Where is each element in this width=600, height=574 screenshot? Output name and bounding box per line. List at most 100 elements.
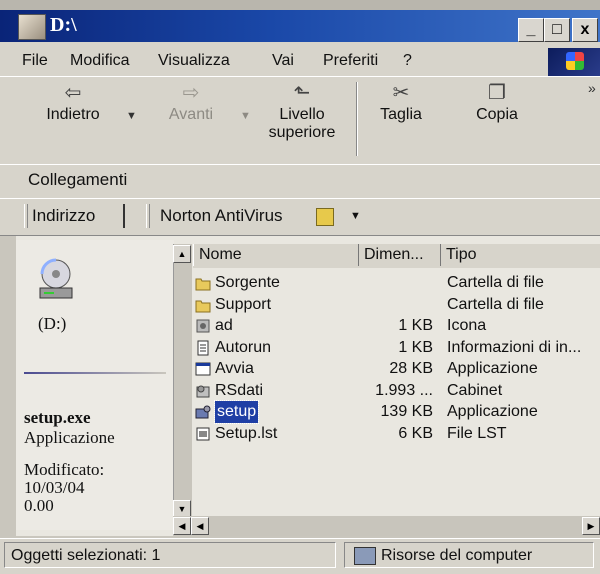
- cabinet-icon: [195, 383, 211, 399]
- menu-vai[interactable]: Vai: [272, 52, 294, 70]
- file-name[interactable]: ad: [215, 315, 233, 337]
- file-name[interactable]: Avvia: [215, 358, 254, 380]
- file-name[interactable]: setup: [213, 400, 260, 424]
- file-size: 139 KB: [380, 403, 433, 420]
- close-button[interactable]: x: [572, 18, 598, 42]
- file-size: [359, 294, 433, 316]
- address-label[interactable]: Indirizzo: [32, 206, 95, 226]
- menu-modifica[interactable]: Modifica: [70, 52, 130, 70]
- up-folder-icon: ⬑: [293, 82, 311, 104]
- file-size: 1.993 ...: [375, 381, 433, 399]
- menu-visualizza[interactable]: Visualizza: [158, 52, 230, 70]
- file-size: 6 KB: [398, 424, 433, 442]
- toolbar-overflow-button[interactable]: »: [588, 80, 596, 96]
- drive-label: (D:): [38, 314, 67, 333]
- scroll-left-button-2[interactable]: ◀: [191, 517, 209, 535]
- file-name[interactable]: Autorun: [215, 337, 271, 359]
- up-label-line1: Livello: [279, 106, 325, 123]
- setup-info-icon: [195, 340, 211, 356]
- file-type: Informazioni di in...: [447, 338, 582, 356]
- up-level-button[interactable]: ⬑ Livello superiore: [262, 80, 342, 142]
- file-row[interactable]: setup 139 KB Applicazione: [193, 400, 600, 424]
- file-type: Icona: [447, 317, 487, 334]
- column-header-name[interactable]: Nome: [193, 244, 359, 266]
- icon-file-icon: [195, 318, 211, 334]
- forward-button[interactable]: ⇨ Avanti: [158, 80, 224, 124]
- scissors-icon: ✂: [392, 82, 410, 104]
- links-label[interactable]: Collegamenti: [28, 170, 127, 190]
- column-header-size[interactable]: Dimen...: [359, 244, 441, 266]
- norton-shield-icon[interactable]: [316, 208, 334, 226]
- copy-label: Copia: [476, 106, 518, 123]
- file-row[interactable]: Setup.lst 6 KB File LST: [193, 423, 600, 445]
- info-divider: [24, 372, 166, 374]
- file-name[interactable]: Support: [215, 294, 271, 316]
- status-selected-count: Oggetti selezionati: 1: [4, 542, 336, 568]
- file-type: Applicazione: [447, 360, 538, 377]
- back-arrow-icon: ⇦: [64, 82, 82, 104]
- file-type: Cartella di file: [447, 274, 544, 291]
- file-row[interactable]: Autorun 1 KB Informazioni di in...: [193, 337, 600, 359]
- window-title: D:\: [50, 14, 77, 36]
- back-dropdown-icon[interactable]: ▼: [126, 110, 137, 122]
- column-header-type[interactable]: Tipo: [441, 244, 600, 266]
- forward-arrow-icon: ⇨: [182, 82, 200, 104]
- status-location: Risorse del computer: [344, 542, 594, 568]
- minimize-button[interactable]: _: [518, 18, 544, 42]
- file-name[interactable]: RSdati: [215, 380, 263, 402]
- scroll-left-button[interactable]: ◀: [173, 517, 191, 535]
- menu-preferiti[interactable]: Preferiti: [323, 52, 378, 70]
- modified-label: Modificato:: [24, 460, 105, 479]
- desktop-strip: [0, 0, 600, 10]
- back-button[interactable]: ⇦ Indietro: [40, 80, 106, 124]
- file-type: Cartella di file: [447, 295, 544, 313]
- copy-icon: ❐: [488, 82, 506, 104]
- horizontal-scrollbar[interactable]: [173, 516, 600, 536]
- vertical-scrollbar[interactable]: [173, 244, 192, 518]
- file-type: File LST: [447, 424, 507, 442]
- up-label-line2: superiore: [268, 124, 336, 141]
- norton-antivirus-label[interactable]: Norton AntiVirus: [160, 206, 283, 226]
- copy-button[interactable]: ❐ Copia: [462, 80, 532, 124]
- file-type: Cabinet: [447, 381, 503, 399]
- address-divider: [120, 204, 125, 228]
- cd-drive-icon: [36, 258, 76, 304]
- file-name[interactable]: Sorgente: [215, 272, 280, 294]
- menu-file[interactable]: File: [22, 52, 48, 70]
- back-label: Indietro: [46, 106, 100, 123]
- selected-file-name: setup.exe: [24, 408, 91, 427]
- windows-logo-icon: [566, 52, 584, 70]
- file-row[interactable]: RSdati 1.993 ... Cabinet: [193, 380, 600, 402]
- grip-handle-2[interactable]: [146, 204, 150, 228]
- file-size: [359, 272, 433, 294]
- setup-app-icon: [195, 404, 211, 420]
- folder-icon: [195, 275, 211, 291]
- file-size: 28 KB: [389, 360, 433, 377]
- title-bar[interactable]: [0, 10, 600, 42]
- file-size: 1 KB: [398, 317, 433, 334]
- cut-button[interactable]: ✂ Taglia: [366, 80, 436, 124]
- modified-date: 10/03/04: [24, 478, 85, 497]
- forward-dropdown-icon[interactable]: ▼: [240, 110, 251, 122]
- drive-window-icon: [18, 14, 46, 40]
- file-row[interactable]: ad 1 KB Icona: [193, 315, 600, 337]
- file-row[interactable]: Sorgente Cartella di file: [193, 272, 600, 294]
- toolbar-separator: [356, 82, 358, 156]
- scroll-right-button[interactable]: ▶: [582, 517, 600, 535]
- application-icon: [195, 361, 211, 377]
- file-row[interactable]: Avvia 28 KB Applicazione: [193, 358, 600, 380]
- scroll-up-button[interactable]: ▲: [173, 245, 191, 263]
- file-name[interactable]: Setup.lst: [215, 423, 277, 445]
- forward-label: Avanti: [168, 106, 214, 123]
- menu-help[interactable]: ?: [403, 52, 412, 70]
- grip-handle[interactable]: [24, 204, 28, 228]
- file-row[interactable]: Support Cartella di file: [193, 294, 600, 316]
- file-type: Applicazione: [447, 403, 538, 420]
- norton-dropdown-icon[interactable]: ▼: [350, 210, 361, 222]
- my-computer-icon: [354, 547, 376, 565]
- selected-file-type: Applicazione: [24, 428, 115, 447]
- file-size: 1 KB: [398, 338, 433, 356]
- lst-file-icon: [195, 426, 211, 442]
- modified-time: 0.00: [24, 496, 54, 515]
- maximize-button[interactable]: □: [544, 18, 570, 42]
